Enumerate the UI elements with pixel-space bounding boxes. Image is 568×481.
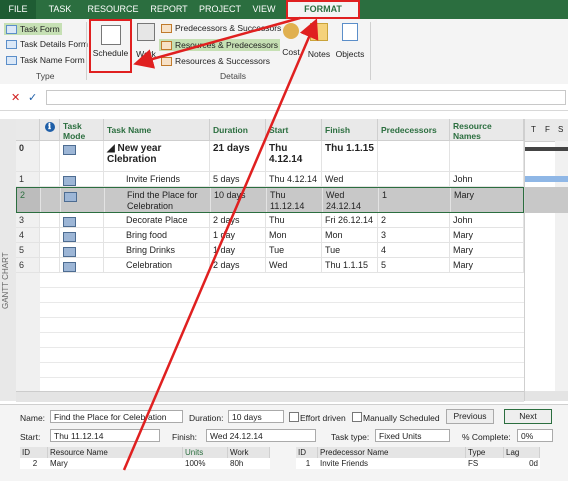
arrow-to-schedule-button [133, 16, 301, 69]
arrow-to-format-tab [122, 18, 319, 471]
annotation-arrows [122, 16, 319, 471]
